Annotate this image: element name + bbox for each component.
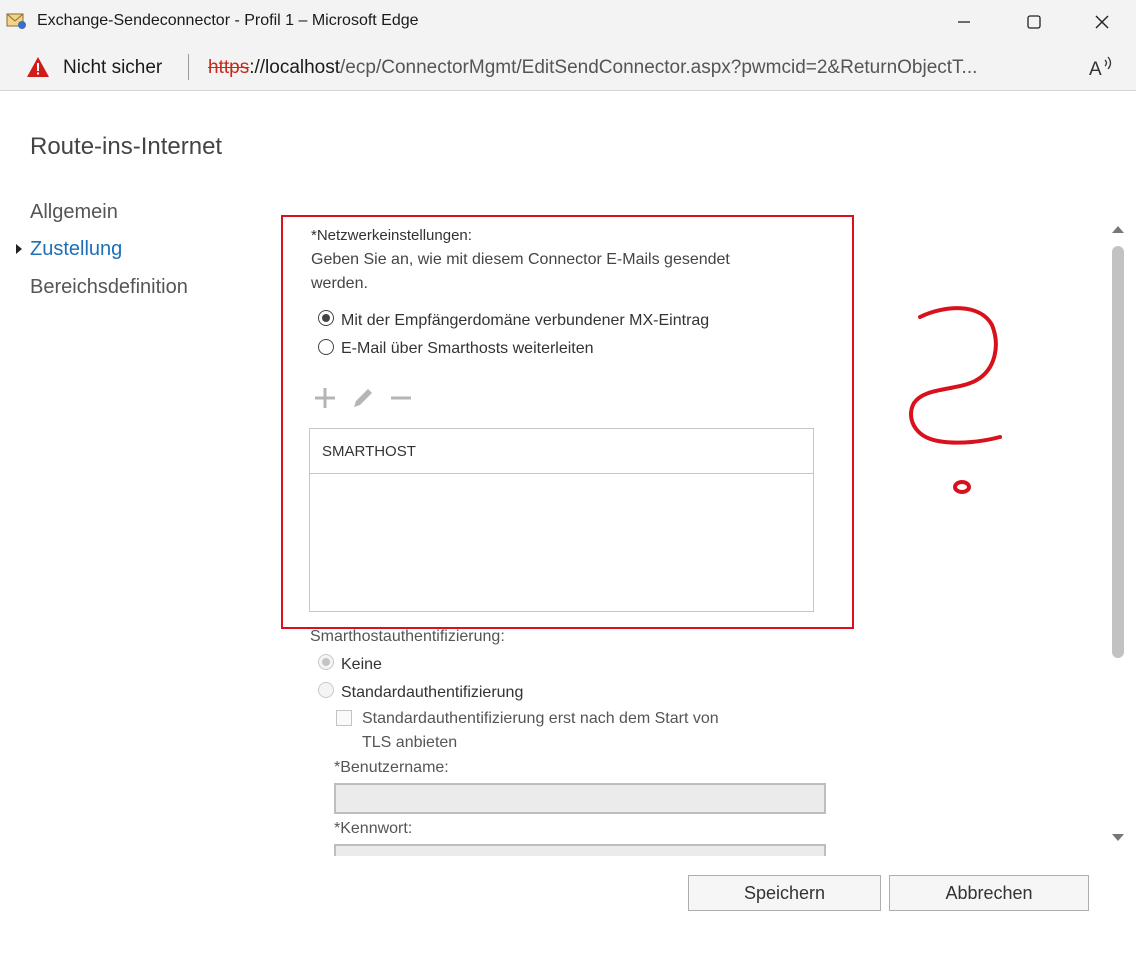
network-settings-heading: *Netzwerkeinstellungen:: [311, 227, 472, 244]
window-titlebar: Exchange-Sendeconnector - Profil 1 – Mic…: [0, 0, 1136, 44]
smarthost-table[interactable]: SMARTHOST: [309, 428, 814, 612]
smarthost-table-header: SMARTHOST: [310, 429, 813, 474]
username-field[interactable]: [334, 783, 826, 814]
radio-smarthost[interactable]: [318, 339, 334, 355]
password-label: *Kennwort:: [334, 820, 413, 837]
radio-auth-basic[interactable]: [318, 682, 334, 698]
radio-mx-record-label[interactable]: Mit der Empfängerdomäne verbundener MX-E…: [341, 312, 709, 330]
radio-smarthost-label[interactable]: E-Mail über Smarthosts weiterleiten: [341, 340, 594, 358]
warning-icon[interactable]: [26, 56, 50, 78]
radio-auth-none-label[interactable]: Keine: [341, 656, 382, 674]
nav-item-zustellung[interactable]: Zustellung: [30, 238, 122, 261]
edit-icon[interactable]: [350, 385, 376, 411]
radio-auth-none[interactable]: [318, 654, 334, 670]
window-title: Exchange-Sendeconnector - Profil 1 – Mic…: [37, 12, 419, 29]
radio-auth-basic-label[interactable]: Standardauthentifizierung: [341, 684, 523, 702]
scroll-up-arrow-icon[interactable]: [1112, 226, 1124, 233]
minimize-icon: [958, 21, 970, 23]
exchange-envelope-icon: [6, 13, 26, 29]
cancel-button[interactable]: Abbrechen: [889, 875, 1089, 911]
close-icon: [1095, 15, 1109, 29]
radio-mx-record[interactable]: [318, 310, 334, 326]
save-button[interactable]: Speichern: [688, 875, 881, 911]
password-field[interactable]: [334, 844, 826, 856]
nav-item-bereichsdefinition[interactable]: Bereichsdefinition: [30, 276, 188, 299]
security-label[interactable]: Nicht sicher: [63, 57, 162, 79]
close-button[interactable]: [1068, 0, 1136, 44]
scrollbar-thumb[interactable]: [1112, 246, 1124, 658]
url-path: /ecp/ConnectorMgmt/EditSendConnector.asp…: [340, 57, 978, 78]
network-description-line1: Geben Sie an, wie mit diesem Connector E…: [311, 251, 730, 268]
nav-item-allgemein[interactable]: Allgemein: [30, 201, 118, 224]
username-label: *Benutzername:: [334, 759, 449, 776]
minimize-button[interactable]: [930, 0, 998, 44]
remove-icon[interactable]: [388, 385, 414, 411]
scroll-down-arrow-icon[interactable]: [1112, 834, 1124, 841]
tls-auth-checkbox[interactable]: [336, 710, 352, 726]
url-host: ://localhost: [249, 57, 341, 78]
maximize-icon: [1027, 15, 1041, 29]
tls-auth-label-line1[interactable]: Standardauthentifizierung erst nach dem …: [362, 710, 719, 728]
network-description-line2: werden.: [311, 275, 368, 292]
url-protocol: https: [208, 57, 250, 78]
column-header-smarthost[interactable]: SMARTHOST: [322, 443, 416, 460]
tls-auth-label-line2[interactable]: TLS anbieten: [362, 734, 457, 752]
url-text[interactable]: https://localhost/ecp/ConnectorMgmt/Edit…: [208, 57, 1070, 79]
page-title: Route-ins-Internet: [30, 133, 223, 160]
read-aloud-icon[interactable]: A: [1087, 54, 1115, 80]
smarthost-auth-heading: Smarthostauthentifizierung:: [310, 628, 505, 645]
add-icon[interactable]: [312, 385, 338, 411]
address-bar[interactable]: Nicht sicher https://localhost/ecp/Conne…: [0, 44, 1136, 91]
handwritten-question-mark: [909, 306, 1002, 494]
nav-selected-arrow-icon: [16, 244, 22, 254]
maximize-button[interactable]: [1000, 0, 1068, 44]
svg-text:A: A: [1089, 59, 1102, 80]
address-separator: [188, 54, 189, 80]
